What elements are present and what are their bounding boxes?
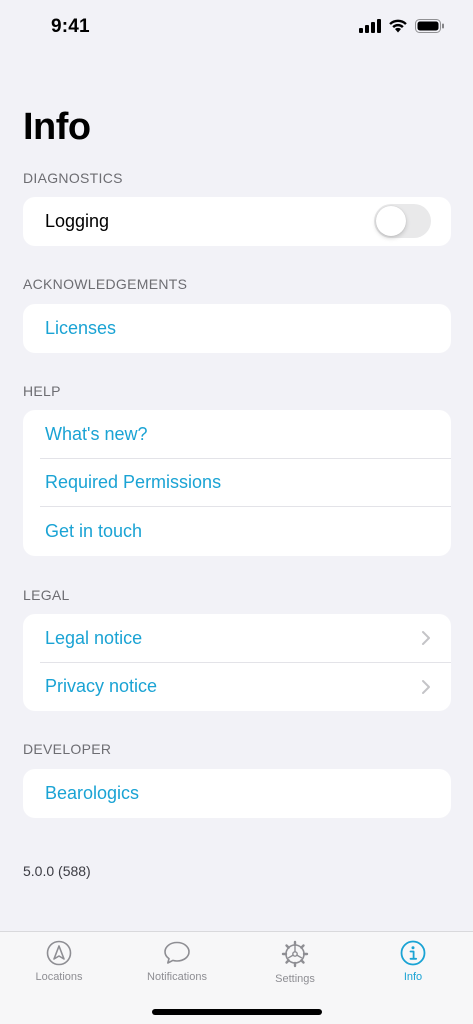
home-indicator [152, 1009, 322, 1015]
logging-row: Logging [23, 197, 451, 246]
cellular-signal-icon [359, 18, 381, 33]
licenses-label: Licenses [45, 317, 117, 338]
whats-new-row[interactable]: What's new? [23, 410, 451, 459]
status-icons [359, 18, 445, 33]
speech-bubble-icon [164, 941, 190, 964]
logging-label: Logging [45, 210, 110, 231]
status-bar: 9:41 [0, 0, 473, 54]
chevron-right-icon [422, 679, 430, 694]
legal-notice-label: Legal notice [45, 627, 143, 648]
section-header-legal: LEGAL [23, 587, 70, 603]
developer-group: Bearologics [23, 769, 451, 818]
status-time: 9:41 [51, 16, 90, 37]
logging-toggle[interactable] [374, 204, 431, 239]
privacy-notice-label: Privacy notice [45, 676, 158, 697]
tab-label: Notifications [147, 971, 207, 983]
legal-group: Legal notice Privacy notice [23, 614, 451, 711]
bearologics-label: Bearologics [45, 782, 140, 803]
battery-icon [415, 18, 444, 33]
tab-label: Settings [275, 973, 315, 985]
help-group: What's new? Required Permissions Get in … [23, 410, 451, 556]
tab-locations[interactable]: Locations [0, 940, 118, 983]
wifi-icon [389, 19, 407, 33]
required-permissions-row[interactable]: Required Permissions [23, 459, 451, 508]
info-circle-icon [400, 940, 426, 966]
section-header-acknowledgements: ACKNOWLEDGEMENTS [23, 276, 188, 292]
tab-notifications[interactable]: Notifications [118, 940, 236, 983]
get-in-touch-label: Get in touch [45, 520, 143, 541]
tab-info[interactable]: Info [354, 940, 472, 983]
tab-settings[interactable]: Settings [236, 940, 354, 985]
section-header-developer: DEVELOPER [23, 741, 112, 757]
tab-label: Info [403, 971, 423, 983]
section-header-help: HELP [23, 383, 61, 399]
tab-label: Locations [35, 971, 83, 983]
location-arrow-icon [46, 940, 72, 966]
acknowledgements-group: Licenses [23, 304, 451, 353]
bearologics-row[interactable]: Bearologics [23, 769, 451, 818]
page-title: Info [23, 106, 91, 148]
gear-icon [281, 940, 309, 968]
required-permissions-label: Required Permissions [45, 472, 222, 493]
get-in-touch-row[interactable]: Get in touch [23, 507, 451, 556]
privacy-notice-row[interactable]: Privacy notice [23, 663, 451, 712]
licenses-row[interactable]: Licenses [23, 304, 451, 353]
whats-new-label: What's new? [45, 423, 148, 444]
diagnostics-group: Logging [23, 197, 451, 246]
chevron-right-icon [422, 631, 430, 646]
section-header-diagnostics: DIAGNOSTICS [23, 170, 123, 186]
toggle-knob [376, 206, 406, 237]
legal-notice-row[interactable]: Legal notice [23, 614, 451, 663]
app-version: 5.0.0 (588) [23, 863, 91, 879]
